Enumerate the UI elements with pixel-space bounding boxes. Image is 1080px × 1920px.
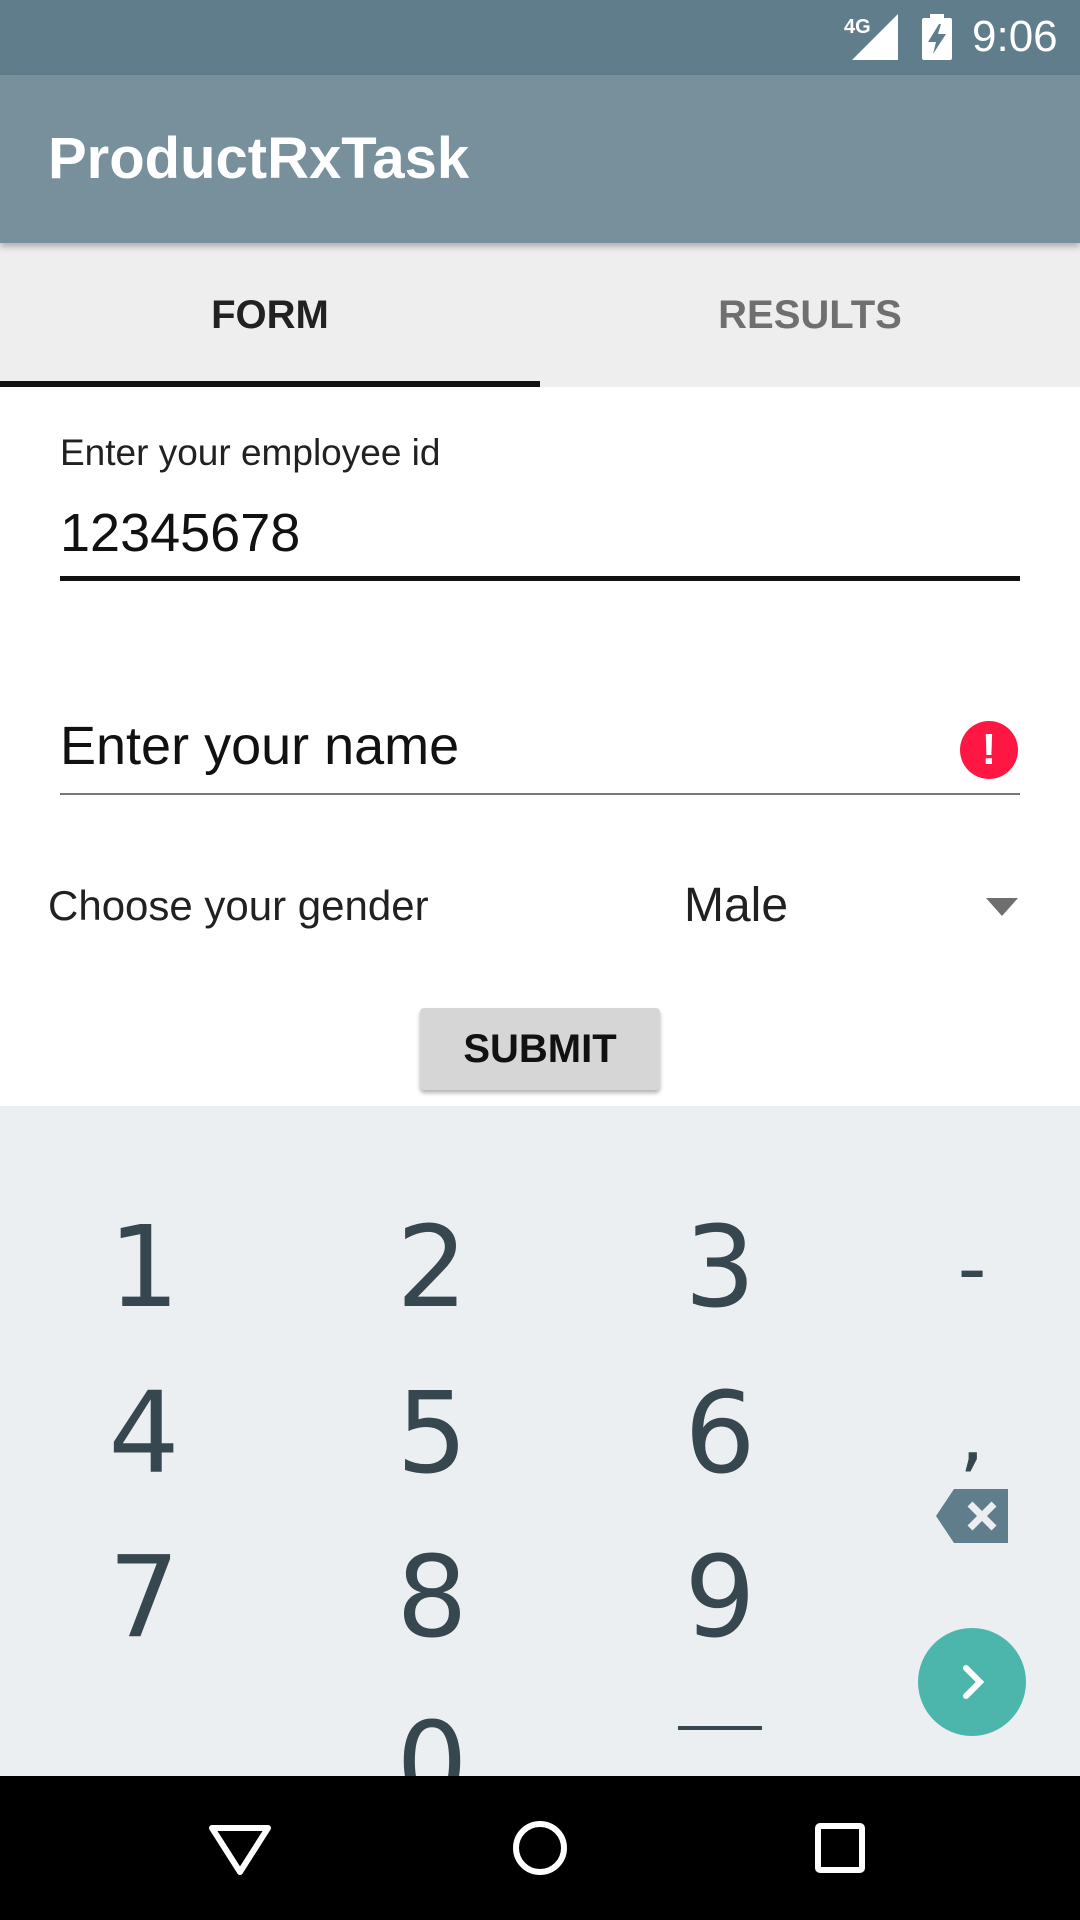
numeric-keypad: 1 2 3 - 4 5 6 , 7 8 9 . 0 [0, 1106, 1080, 1829]
dropdown-caret-icon [986, 898, 1018, 916]
next-button[interactable] [918, 1628, 1026, 1736]
backspace-icon[interactable] [936, 1489, 1008, 1543]
key-9[interactable]: 9 [620, 1518, 820, 1678]
submit-button[interactable]: SUBMIT [420, 1008, 660, 1090]
name-underline [60, 793, 1020, 795]
key-3[interactable]: 3 [620, 1188, 820, 1348]
employee-id-underline [60, 576, 1020, 581]
error-icon: ! [960, 721, 1018, 779]
key-7[interactable]: 7 [44, 1518, 244, 1678]
navigation-bar [0, 1776, 1080, 1920]
gender-selected-value: Male [684, 879, 789, 932]
tab-results[interactable]: RESULTS [540, 243, 1080, 387]
battery-charging-icon [922, 14, 952, 60]
tab-bar: FORM RESULTS [0, 243, 1080, 387]
clock: 9:06 [972, 12, 1058, 61]
back-triangle-icon[interactable] [200, 1812, 280, 1884]
key-8[interactable]: 8 [332, 1518, 532, 1678]
key-2[interactable]: 2 [332, 1188, 532, 1348]
key-5[interactable]: 5 [332, 1354, 532, 1514]
gender-dropdown[interactable]: Male [680, 872, 1020, 942]
employee-id-input[interactable]: 12345678 [60, 502, 1020, 572]
status-bar: 4G 9:06 [0, 0, 1080, 75]
key-1[interactable]: 1 [44, 1188, 244, 1348]
screen: 4G 9:06 ProductRxTask FORM RESULTS Enter… [0, 0, 1080, 1920]
key-4[interactable]: 4 [44, 1354, 244, 1514]
underscore-key[interactable] [678, 1726, 762, 1730]
key-6[interactable]: 6 [620, 1354, 820, 1514]
recents-square-icon[interactable] [800, 1812, 880, 1884]
tab-form[interactable]: FORM [0, 243, 540, 387]
tab-indicator [0, 381, 540, 387]
key-minus[interactable]: - [872, 1188, 1072, 1348]
next-arrow-icon [963, 1665, 985, 1699]
gender-label: Choose your gender [48, 882, 429, 929]
app-bar: ProductRxTask [0, 75, 1080, 243]
name-input[interactable]: Enter your name [60, 715, 940, 785]
app-title: ProductRxTask [48, 126, 470, 191]
employee-id-label: Enter your employee id [60, 432, 441, 473]
home-circle-icon[interactable] [500, 1812, 580, 1884]
signal-icon [852, 14, 898, 60]
